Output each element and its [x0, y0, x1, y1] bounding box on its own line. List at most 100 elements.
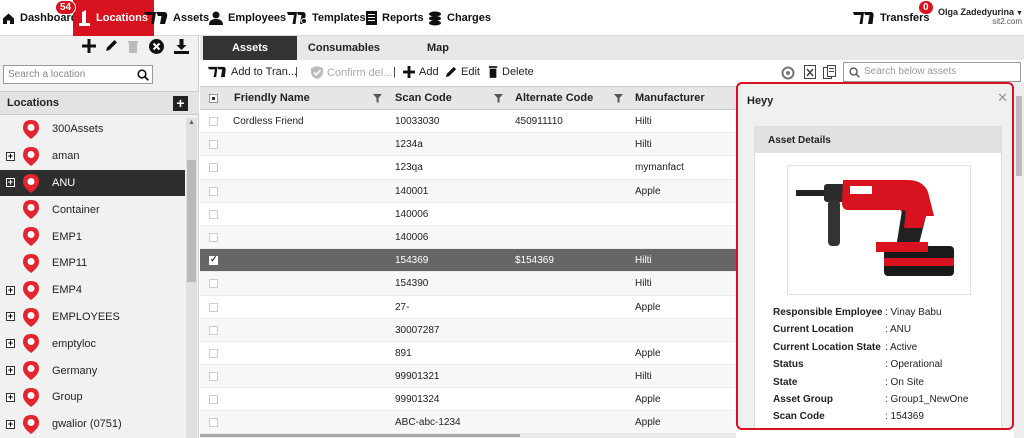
location-item[interactable]: + ANU: [0, 169, 185, 197]
edit-asset-button[interactable]: Edit: [445, 66, 480, 78]
location-pin-icon: [23, 414, 39, 434]
table-row[interactable]: 99901321 Hilti: [200, 365, 736, 389]
tab-map[interactable]: Map: [400, 36, 476, 60]
location-item[interactable]: EMP11: [0, 250, 185, 277]
table-row[interactable]: 891 Apple: [200, 342, 736, 366]
expand-icon[interactable]: +: [6, 178, 15, 188]
location-item[interactable]: + aman: [0, 143, 185, 170]
add-to-transfer-button[interactable]: Add to Tran...: [208, 66, 297, 78]
table-row[interactable]: 140001 Apple: [200, 179, 736, 203]
tab-consumables[interactable]: Consumables: [300, 36, 388, 60]
excel-export-icon[interactable]: [804, 65, 816, 79]
row-checkbox[interactable]: [209, 163, 218, 173]
edit-pencil-icon[interactable]: [105, 39, 118, 52]
expand-icon[interactable]: +: [6, 419, 15, 429]
close-icon[interactable]: ✕: [997, 90, 1008, 106]
location-item[interactable]: + Group: [0, 384, 185, 411]
row-checkbox[interactable]: [209, 186, 218, 196]
page-scrollbar[interactable]: [1014, 82, 1024, 438]
row-checkbox[interactable]: [209, 209, 218, 219]
nav-charges[interactable]: Charges: [428, 0, 491, 36]
select-all-checkbox[interactable]: [209, 94, 218, 103]
location-item[interactable]: 300Assets: [0, 116, 185, 143]
delete-asset-button[interactable]: Delete: [488, 66, 534, 78]
table-row[interactable]: 99901324 Apple: [200, 388, 736, 412]
cell-mfr: mymanfact: [635, 162, 684, 174]
expand-icon[interactable]: +: [6, 392, 15, 402]
row-checkbox[interactable]: [209, 117, 218, 126]
trash-icon[interactable]: [127, 39, 139, 53]
cell-mfr: Hilti: [635, 116, 652, 127]
grid-scroll-thumb[interactable]: [200, 434, 520, 437]
table-row[interactable]: 123qa mymanfact: [200, 156, 736, 180]
table-row[interactable]: 140006: [200, 225, 736, 250]
nav-locations[interactable]: Locations: [73, 0, 154, 36]
scroll-up-arrow-icon[interactable]: ▲: [188, 119, 195, 126]
column-header-friendly-name[interactable]: Friendly Name: [234, 92, 310, 104]
column-header-manufacturer[interactable]: Manufacturer: [635, 92, 705, 104]
expand-icon[interactable]: +: [6, 366, 15, 376]
table-row[interactable]: ABC-abc-1234 Apple: [200, 411, 736, 435]
table-row[interactable]: Cordless Friend 10033030 450911110 Hilti: [200, 110, 736, 134]
location-item[interactable]: + EMPLOYEES: [0, 304, 185, 331]
add-icon[interactable]: [82, 39, 96, 53]
row-checkbox[interactable]: [209, 302, 218, 312]
table-row[interactable]: 1234a Hilti: [200, 133, 736, 157]
filter-icon[interactable]: [373, 94, 382, 103]
expand-icon[interactable]: +: [6, 312, 15, 322]
expand-icon[interactable]: +: [6, 285, 15, 295]
row-checkbox[interactable]: [209, 232, 218, 242]
add-location-button[interactable]: +: [173, 96, 188, 111]
sidebar-scrollbar[interactable]: ▲: [186, 118, 197, 438]
location-item[interactable]: EMP1: [0, 223, 185, 250]
nav-employees[interactable]: Employees: [209, 0, 286, 36]
location-item[interactable]: + Germany: [0, 357, 185, 384]
caret-down-icon: ▼: [1014, 10, 1023, 17]
tab-assets[interactable]: Assets: [203, 36, 297, 60]
row-checkbox[interactable]: [209, 254, 218, 266]
table-row[interactable]: 154390 Hilti: [200, 272, 736, 296]
column-header-scan-code[interactable]: Scan Code: [395, 92, 452, 104]
detail-key: Responsible Employee: [773, 307, 883, 318]
row-checkbox[interactable]: [209, 140, 218, 150]
row-checkbox[interactable]: [209, 395, 218, 405]
column-chooser-icon[interactable]: [823, 65, 836, 79]
location-search-input[interactable]: Search a location: [3, 65, 153, 84]
detail-value: : $154369: [885, 429, 930, 430]
row-checkbox[interactable]: [209, 279, 218, 289]
expand-icon[interactable]: +: [6, 339, 15, 349]
row-checkbox[interactable]: [209, 325, 218, 335]
cell-alt: 450911110: [515, 116, 563, 127]
close-circle-icon[interactable]: [149, 39, 164, 54]
row-checkbox[interactable]: [209, 418, 218, 428]
nav-reports[interactable]: Reports: [366, 0, 424, 36]
filter-icon[interactable]: [494, 94, 503, 103]
grid-horizontal-scrollbar[interactable]: [200, 433, 736, 438]
column-header-alternate-code[interactable]: Alternate Code: [515, 92, 593, 104]
add-asset-button[interactable]: Add: [403, 66, 439, 78]
nav-assets[interactable]: Assets: [144, 0, 209, 36]
location-item[interactable]: Container: [0, 196, 185, 223]
refresh-settings-icon[interactable]: [781, 66, 795, 80]
row-checkbox[interactable]: [209, 348, 218, 358]
location-item[interactable]: + gwalior (0751): [0, 411, 185, 438]
table-row[interactable]: 30007287: [200, 318, 736, 342]
expand-icon[interactable]: +: [6, 151, 15, 161]
page-scroll-thumb[interactable]: [1016, 96, 1022, 176]
table-row[interactable]: 140006: [200, 203, 736, 226]
confirm-delivery-button[interactable]: Confirm del...: [311, 66, 392, 79]
filter-icon[interactable]: [614, 94, 623, 103]
location-item[interactable]: + emptyloc: [0, 330, 185, 357]
nav-locations-label: Locations: [96, 12, 148, 24]
download-icon[interactable]: [174, 39, 189, 54]
user-menu[interactable]: Olga Zadedyurina ▼ sit2.com: [938, 7, 1023, 26]
location-item[interactable]: + EMP4: [0, 277, 185, 304]
cell-scan: 154390: [395, 278, 429, 290]
asset-search-input[interactable]: Search below assets: [843, 62, 1021, 82]
nav-templates[interactable]: Templates: [287, 0, 366, 36]
sidebar-scroll-thumb[interactable]: [187, 160, 196, 282]
search-icon[interactable]: [137, 69, 149, 81]
table-row[interactable]: 154369 $154369 Hilti: [200, 249, 736, 273]
table-row[interactable]: 27- Apple: [200, 296, 736, 319]
row-checkbox[interactable]: [209, 372, 218, 382]
